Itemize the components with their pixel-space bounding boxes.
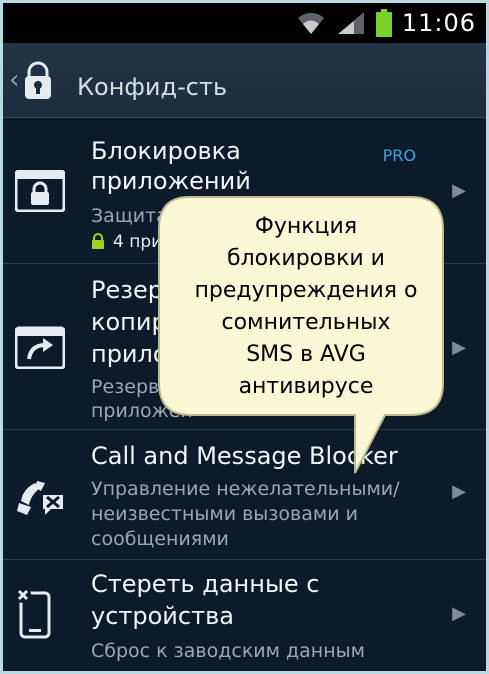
callout-line: сомнительных	[221, 310, 391, 335]
callout-line: Функция	[254, 214, 358, 239]
callout-line: антивирусе	[238, 374, 374, 399]
callout-line: предупреждения о	[194, 278, 418, 303]
phone-screen: 11:06 ‹ Конфид-сть Блокировка приложений…	[3, 3, 486, 671]
callout-line: блокировки и	[227, 246, 385, 271]
callout-line: SMS в AVG	[246, 342, 366, 367]
callout-text: Функция блокировки и предупреждения о со…	[175, 211, 437, 403]
